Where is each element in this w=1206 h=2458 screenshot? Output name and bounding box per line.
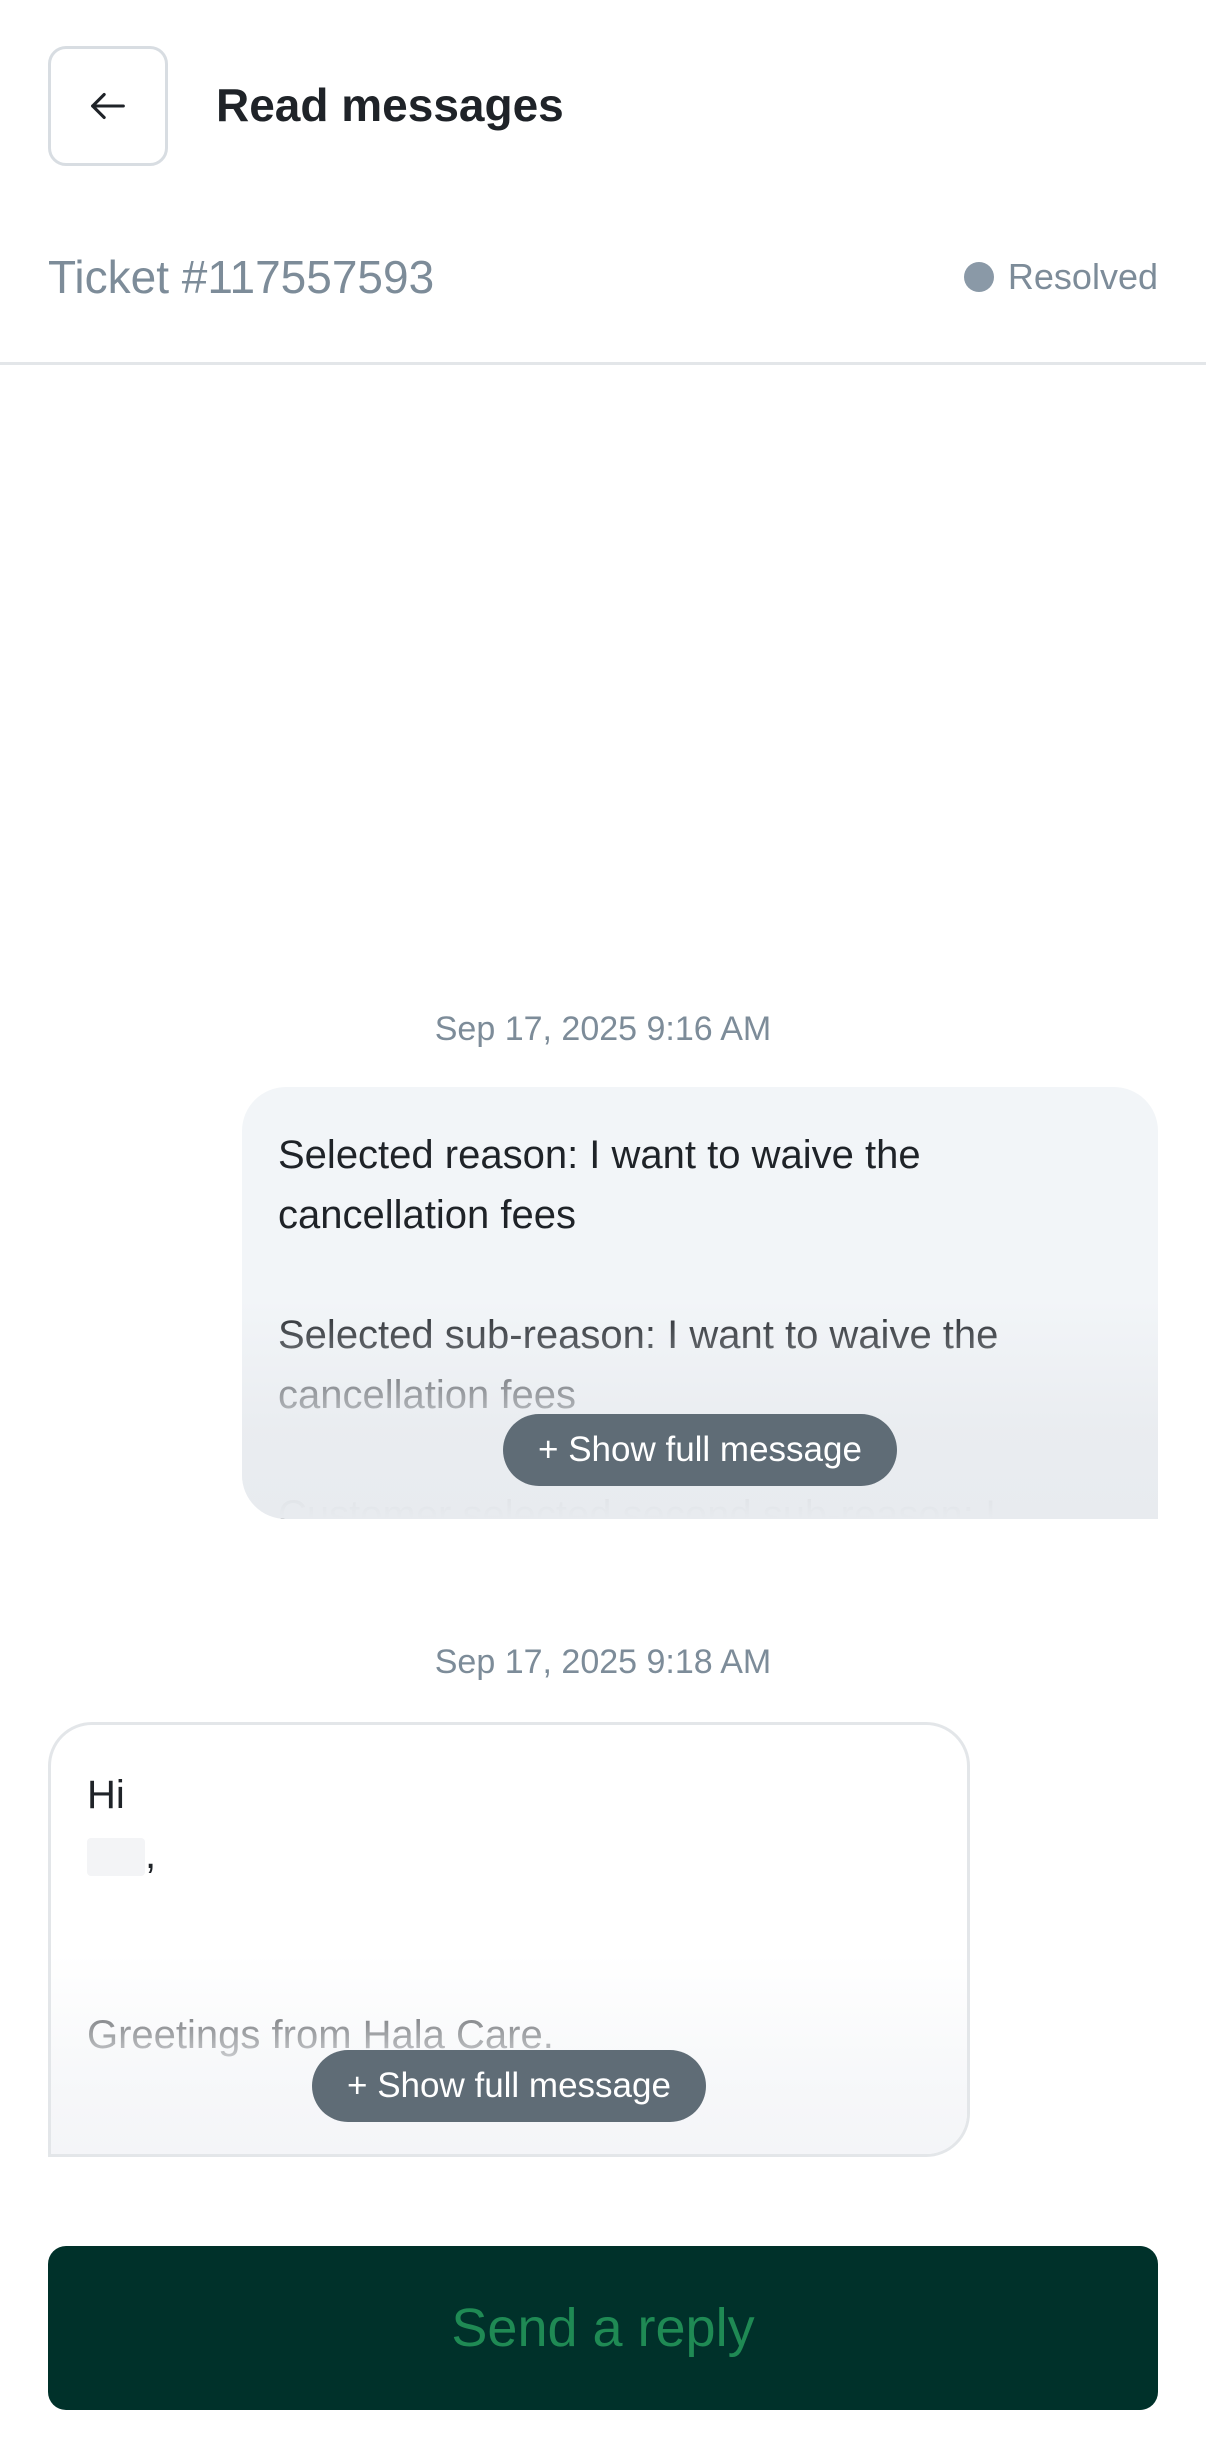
ticket-info-row: Ticket #117557593 Resolved — [0, 240, 1206, 365]
greeting-text: Hi — [87, 1773, 125, 1817]
name-suffix: , — [145, 1833, 157, 1877]
message-text: Hi , Greetings from Hala Care. — [87, 1765, 931, 2065]
arrow-left-icon — [91, 92, 125, 120]
status-dot-icon — [963, 262, 994, 292]
message-timestamp: Sep 17, 2025 9:18 AM — [434, 1643, 772, 1681]
send-reply-button[interactable]: Send a reply — [48, 2246, 1158, 2410]
ticket-id: Ticket #117557593 — [48, 251, 435, 303]
show-full-message-button[interactable]: + Show full message — [312, 2050, 706, 2122]
redacted-name — [87, 1838, 145, 1877]
page-title: Read messages — [216, 79, 564, 131]
status-badge: Resolved — [963, 256, 1158, 298]
status-label: Resolved — [1007, 256, 1158, 297]
message-timestamp: Sep 17, 2025 9:16 AM — [434, 1010, 772, 1048]
top-bar: Read messages — [0, 0, 1206, 215]
show-full-message-button[interactable]: + Show full message — [503, 1414, 897, 1486]
back-button[interactable] — [48, 46, 168, 166]
